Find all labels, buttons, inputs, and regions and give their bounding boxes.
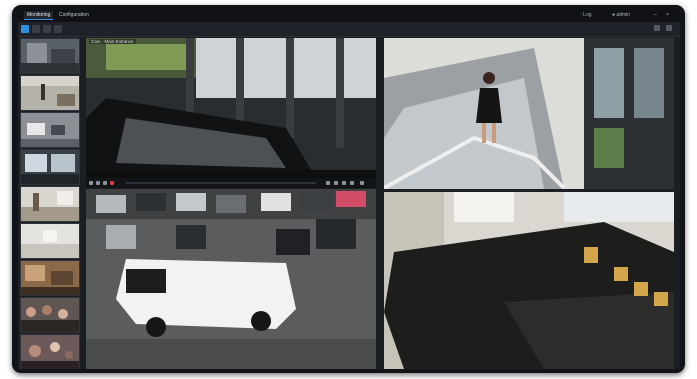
- fullscreen-icon[interactable]: [360, 181, 364, 185]
- office-thumbnail[interactable]: [20, 260, 80, 296]
- lobby-thumbnail[interactable]: [20, 38, 80, 74]
- vms-application-window: Monitoring Configuration ◦ Log ● admin –…: [18, 9, 680, 369]
- minimize-button[interactable]: –: [654, 11, 657, 19]
- corridor-thumbnail[interactable]: [20, 75, 80, 111]
- expand-icon[interactable]: [350, 181, 354, 185]
- record-icon[interactable]: [110, 181, 114, 185]
- hallway-thumbnail[interactable]: [20, 223, 80, 259]
- log-button[interactable]: ◦ Log: [580, 11, 592, 19]
- title-bar: Monitoring Configuration ◦ Log ● admin –…: [18, 9, 680, 22]
- crowd-thumbnail[interactable]: [20, 297, 80, 333]
- log-label: Log: [583, 12, 592, 18]
- pen-icon[interactable]: [54, 25, 62, 33]
- tab-monitoring[interactable]: Monitoring: [24, 11, 54, 20]
- view-toolbar: [18, 22, 680, 37]
- snapshot-icon[interactable]: [103, 181, 107, 185]
- tile-label: Cam · Main Entrance: [89, 39, 136, 44]
- timeline-track[interactable]: [126, 182, 316, 184]
- account-label: admin: [616, 12, 631, 18]
- video-tile-parking[interactable]: [86, 189, 376, 369]
- search-icon[interactable]: [32, 25, 40, 33]
- account-menu[interactable]: ● admin: [612, 11, 630, 19]
- pause-icon[interactable]: [96, 181, 100, 185]
- entrance-thumbnail[interactable]: [20, 186, 80, 222]
- play-icon[interactable]: [89, 181, 93, 185]
- grid-view-icon[interactable]: [21, 25, 29, 33]
- video-tile-lobby-overhead[interactable]: [384, 192, 674, 369]
- window-thumbnail[interactable]: [20, 149, 80, 185]
- garage-thumbnail[interactable]: [20, 112, 80, 148]
- video-tile-stairs[interactable]: [384, 38, 674, 189]
- close-button[interactable]: ×: [666, 11, 669, 19]
- camera-icon[interactable]: [43, 25, 51, 33]
- video-tile-lobby[interactable]: Cam · Main Entrance: [86, 38, 376, 178]
- camera-thumbnail-list: [20, 38, 80, 369]
- audio-icon[interactable]: [334, 181, 338, 185]
- tab-configuration[interactable]: Configuration: [56, 11, 92, 19]
- plaza-thumbnail[interactable]: [20, 334, 80, 369]
- playback-controls: [86, 178, 376, 188]
- more-icon[interactable]: [666, 25, 672, 31]
- settings-icon[interactable]: [654, 25, 660, 31]
- ptz-icon[interactable]: [342, 181, 346, 185]
- zoom-icon[interactable]: [326, 181, 330, 185]
